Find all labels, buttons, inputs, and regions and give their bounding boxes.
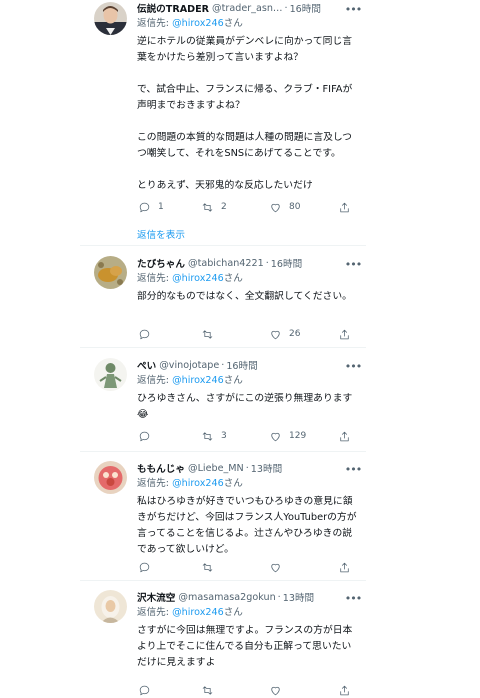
author-name[interactable]: ももんじゃ <box>137 461 185 475</box>
reply-count: 1 <box>158 202 164 212</box>
reply-icon <box>139 202 150 212</box>
tweet[interactable]: ももんじゃ @Liebe_MN · 13時間 返信先: @hirox246さん … <box>80 452 366 581</box>
author-name[interactable]: ぺい <box>137 358 156 372</box>
share-icon <box>340 685 349 695</box>
like-button[interactable] <box>269 561 289 574</box>
heart-icon <box>271 203 280 212</box>
reply-mention[interactable]: @hirox246 <box>172 375 224 386</box>
share-button[interactable] <box>338 328 351 341</box>
more-icon[interactable]: ••• <box>345 257 362 271</box>
heart-icon <box>271 330 280 339</box>
avatar[interactable] <box>94 256 127 289</box>
share-button[interactable] <box>338 561 351 574</box>
retweet-icon <box>202 202 213 212</box>
reply-context: 返信先: @hirox246さん <box>137 273 243 284</box>
tweet-text: 部分的なものではなく、全文翻訳してください。 <box>137 291 352 302</box>
tweet-time[interactable]: 13時間 <box>251 461 282 475</box>
tweet[interactable]: 沢木流空 @masamasa2gokun · 13時間 返信先: @hirox2… <box>80 581 366 698</box>
more-icon[interactable]: ••• <box>345 462 362 476</box>
retweet-icon <box>202 685 213 695</box>
like-button[interactable]: 80 <box>269 201 300 214</box>
tweet-text: さすがに今回は無理ですよ。フランスの方が日本より上でそこに住んでる自分も正解って… <box>137 625 353 668</box>
heart-icon <box>271 563 280 572</box>
reply-mention[interactable]: @hirox246 <box>172 607 224 618</box>
like-count: 80 <box>289 202 301 212</box>
reply-icon <box>139 431 150 441</box>
tweet-time[interactable]: 16時間 <box>290 1 321 15</box>
author-handle[interactable]: @vinojotape <box>159 360 219 371</box>
heart-icon <box>271 686 280 695</box>
reply-icon <box>139 329 150 339</box>
author-name[interactable]: 伝説のTRADER <box>137 1 209 15</box>
author-handle[interactable]: @masamasa2gokun <box>178 592 275 603</box>
tweet-time[interactable]: 16時間 <box>226 358 257 372</box>
author-name[interactable]: 沢木流空 <box>137 590 175 604</box>
like-count: 129 <box>289 431 307 441</box>
show-replies-link[interactable]: 返信を表示 <box>137 227 185 241</box>
reply-context: 返信先: @hirox246さん <box>137 18 243 29</box>
heart-icon <box>271 432 280 441</box>
reply-icon <box>139 685 150 695</box>
tweet-time[interactable]: 16時間 <box>271 256 302 270</box>
tweet[interactable]: 伝説のTRADER @trader_asn… · 16時間 返信先: @hiro… <box>80 0 366 224</box>
retweet-icon <box>202 431 213 441</box>
retweet-button[interactable] <box>201 684 221 697</box>
like-button[interactable] <box>269 684 289 697</box>
avatar[interactable] <box>94 358 127 391</box>
tweet-text: ひろゆきさん、さすがにこの逆張り無理あります😂 <box>137 393 353 420</box>
reply-icon <box>139 562 150 572</box>
avatar[interactable] <box>94 2 127 35</box>
tweet[interactable]: ぺい @vinojotape · 16時間 返信先: @hirox246さん ひ… <box>80 348 366 452</box>
reply-thread: 伝説のTRADER @trader_asn… · 16時間 返信先: @hiro… <box>80 0 366 698</box>
author-handle[interactable]: @trader_asn… <box>212 3 282 14</box>
share-icon <box>340 202 349 212</box>
reply-context: 返信先: @hirox246さん <box>137 607 243 618</box>
tweet[interactable]: たびちゃん @tabichan4221 · 16時間 返信先: @hirox24… <box>80 246 366 348</box>
tweet-text: 私はひろゆきが好きでいつもひろゆきの意見に頷きがちだけど、今回はフランス人You… <box>137 496 357 555</box>
share-button[interactable] <box>338 430 351 443</box>
share-button[interactable] <box>338 201 351 214</box>
avatar[interactable] <box>94 590 127 623</box>
reply-button[interactable]: 1 <box>138 201 164 214</box>
more-icon[interactable]: ••• <box>345 591 362 605</box>
reply-button[interactable] <box>138 328 158 341</box>
reply-context: 返信先: @hirox246さん <box>137 478 243 489</box>
reply-context: 返信先: @hirox246さん <box>137 375 243 386</box>
like-button[interactable]: 129 <box>269 430 306 443</box>
retweet-button[interactable]: 2 <box>201 201 227 214</box>
author-name[interactable]: たびちゃん <box>137 256 185 270</box>
retweet-count: 2 <box>221 202 227 212</box>
like-count: 26 <box>289 329 301 339</box>
author-handle[interactable]: @tabichan4221 <box>188 258 264 269</box>
share-icon <box>340 329 349 339</box>
author-handle[interactable]: @Liebe_MN <box>188 463 244 474</box>
share-button[interactable] <box>338 684 351 697</box>
more-icon[interactable]: ••• <box>345 2 362 16</box>
retweet-button[interactable]: 3 <box>201 430 227 443</box>
retweet-icon <box>202 329 213 339</box>
avatar[interactable] <box>94 461 127 494</box>
more-icon[interactable]: ••• <box>345 359 362 373</box>
reply-mention[interactable]: @hirox246 <box>172 18 224 29</box>
share-icon <box>340 431 349 441</box>
tweet-text: 逆にホテルの従業員がデンベレに向かって同じ言葉をかけたら差別って言いますよね？ … <box>137 36 353 191</box>
reply-button[interactable] <box>138 684 158 697</box>
retweet-icon <box>202 562 213 572</box>
retweet-count: 3 <box>221 431 227 441</box>
reply-mention[interactable]: @hirox246 <box>172 273 224 284</box>
retweet-button[interactable] <box>201 561 221 574</box>
retweet-button[interactable] <box>201 328 221 341</box>
share-icon <box>340 562 349 572</box>
reply-button[interactable] <box>138 561 158 574</box>
like-button[interactable]: 26 <box>269 328 300 341</box>
tweet-time[interactable]: 13時間 <box>283 590 314 604</box>
reply-mention[interactable]: @hirox246 <box>172 478 224 489</box>
reply-button[interactable] <box>138 430 158 443</box>
